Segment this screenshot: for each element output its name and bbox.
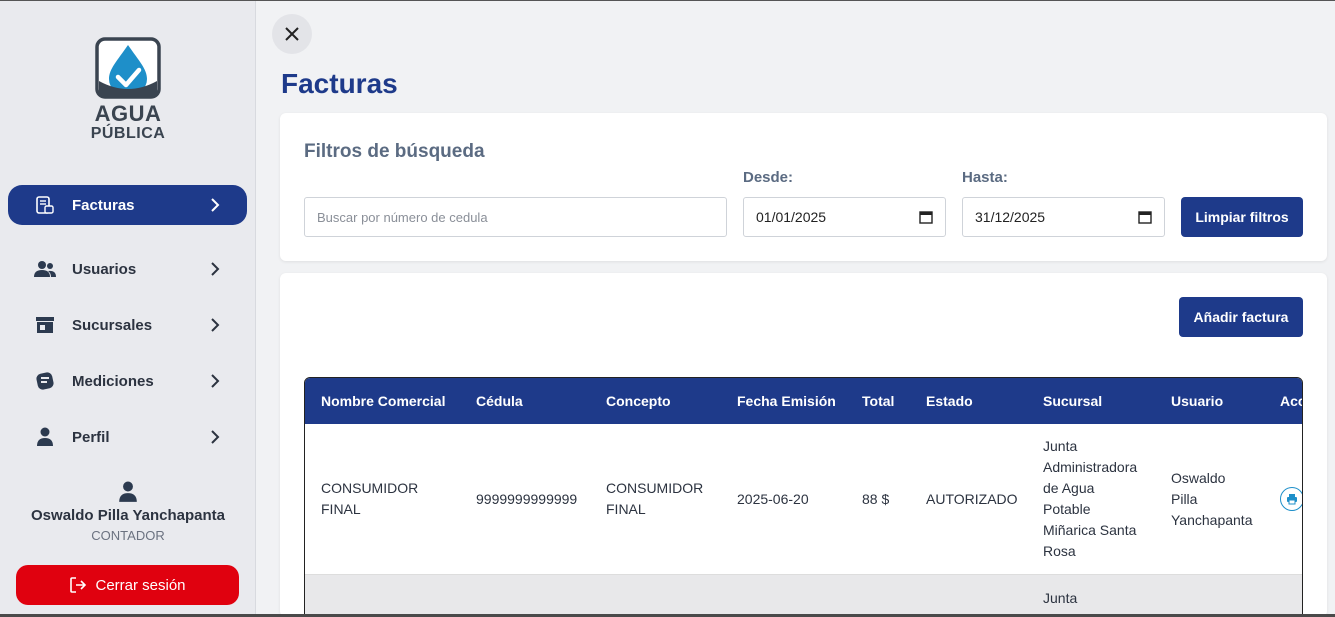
column-header[interactable]: Sucursal <box>1043 378 1102 424</box>
water-drop-icon <box>95 37 161 99</box>
sidebar-item-label: Sucursales <box>72 316 153 334</box>
cell-sucursal: Junta <box>1043 590 1078 606</box>
logo-text-publica: PÚBLICA <box>90 125 166 142</box>
user-name: Oswaldo Pilla Yanchapanta <box>31 507 225 524</box>
users-icon <box>34 258 56 280</box>
close-icon <box>285 27 299 41</box>
sidebar-item-label: Usuarios <box>72 260 137 278</box>
hasta-date-input[interactable]: 31/12/2025 <box>962 197 1165 237</box>
calendar-icon <box>919 211 933 224</box>
logout-button[interactable]: Cerrar sesión <box>16 565 239 605</box>
cell-concepto: CONSUMIDOR FINAL <box>606 480 704 517</box>
column-header[interactable]: Usuario <box>1171 378 1223 424</box>
hasta-label: Hasta: <box>962 169 1008 186</box>
print-icon[interactable] <box>1280 487 1302 511</box>
invoices-table: Nombre Comercial Cédula Concepto Fecha E… <box>304 377 1303 617</box>
column-header[interactable]: Fecha Emisión <box>737 378 836 424</box>
clear-filters-button[interactable]: Limpiar filtros <box>1181 197 1303 237</box>
user-profile-block: Oswaldo Pilla Yanchapanta CONTADOR <box>0 481 256 543</box>
store-icon <box>34 314 56 336</box>
hasta-date-value: 31/12/2025 <box>975 209 1046 225</box>
sidebar-item-mediciones[interactable]: Mediciones <box>8 361 247 401</box>
calendar-icon <box>1138 211 1152 224</box>
column-header[interactable]: Cédula <box>476 378 523 424</box>
cell-fecha: 2025-06-20 <box>737 491 809 507</box>
column-header[interactable]: Concepto <box>606 378 671 424</box>
sidebar-item-label: Perfil <box>72 428 110 446</box>
desde-date-input[interactable]: 01/01/2025 <box>743 197 946 237</box>
chevron-right-icon <box>203 262 227 276</box>
meter-icon <box>34 370 56 392</box>
table-header: Nombre Comercial Cédula Concepto Fecha E… <box>305 378 1302 424</box>
invoices-card: Añadir factura Nombre Comercial Cédula C… <box>280 273 1327 617</box>
chevron-right-icon <box>203 374 227 388</box>
desde-label: Desde: <box>743 169 794 186</box>
cell-nombre: CONSUMIDOR FINAL <box>321 480 419 517</box>
column-header[interactable]: Acc <box>1280 378 1302 424</box>
table-row[interactable]: Junta <box>305 575 1302 616</box>
sidebar-item-label: Mediciones <box>72 372 154 390</box>
logout-label: Cerrar sesión <box>95 576 186 594</box>
search-input[interactable] <box>304 197 727 237</box>
invoice-icon <box>34 194 56 216</box>
close-button[interactable] <box>272 14 312 54</box>
column-header[interactable]: Nombre Comercial <box>321 378 445 424</box>
chevron-right-icon <box>203 430 227 444</box>
cell-sucursal: Junta Administradora de Agua Potable Miñ… <box>1043 438 1138 559</box>
agua-publica-logo: AGUA PÚBLICA <box>90 37 170 147</box>
user-role: CONTADOR <box>91 528 165 543</box>
add-invoice-button[interactable]: Añadir factura <box>1179 297 1303 337</box>
filters-title: Filtros de búsqueda <box>304 141 485 162</box>
column-header[interactable]: Estado <box>926 378 973 424</box>
desde-date-value: 01/01/2025 <box>756 209 827 225</box>
sidebar-item-usuarios[interactable]: Usuarios <box>8 249 247 289</box>
sidebar-item-facturas[interactable]: Facturas <box>8 185 247 225</box>
user-avatar-icon <box>117 481 139 505</box>
chevron-right-icon <box>203 198 227 212</box>
chevron-right-icon <box>203 318 227 332</box>
logout-icon <box>70 577 87 593</box>
cell-usuario: Oswaldo Pilla Yanchapanta <box>1171 470 1253 528</box>
page-title: Facturas <box>281 68 398 99</box>
filters-card: Filtros de búsqueda Desde: 01/01/2025 Ha… <box>280 113 1327 261</box>
cell-estado: AUTORIZADO <box>926 491 1018 507</box>
cell-cedula: 9999999999999 <box>476 491 578 507</box>
sidebar: AGUA PÚBLICA Facturas Usuarios Sucursale… <box>0 1 256 614</box>
cell-total: 88 $ <box>862 491 890 507</box>
logo-text-agua: AGUA <box>94 101 162 126</box>
person-icon <box>34 426 56 448</box>
sidebar-item-sucursales[interactable]: Sucursales <box>8 305 247 345</box>
sidebar-item-perfil[interactable]: Perfil <box>8 417 247 457</box>
column-header[interactable]: Total <box>862 378 894 424</box>
sidebar-item-label: Facturas <box>72 196 135 214</box>
table-row[interactable]: CONSUMIDOR FINAL 9999999999999 CONSUMIDO… <box>305 424 1302 575</box>
